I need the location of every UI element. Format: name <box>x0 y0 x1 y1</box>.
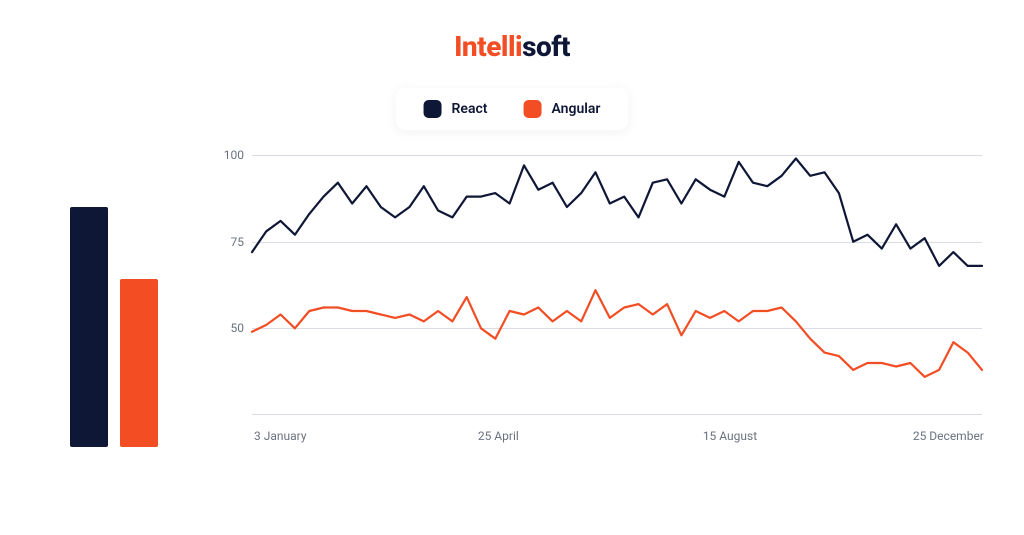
line-angular <box>252 290 982 377</box>
x-tick-label: 3 January <box>254 429 307 443</box>
plot-area <box>252 155 982 415</box>
line-svg <box>252 155 982 415</box>
x-tick-label: 25 December <box>913 429 984 443</box>
line-react <box>252 159 982 266</box>
legend-swatch-react <box>424 100 442 118</box>
x-tick-label: 25 April <box>478 429 519 443</box>
legend-item-react: React <box>424 100 488 118</box>
chart-legend: React Angular <box>396 88 629 130</box>
side-bar-chart <box>70 205 160 447</box>
y-tick-label: 100 <box>210 148 244 162</box>
x-axis-labels: 3 January 25 April 15 August 25 December <box>252 429 982 449</box>
bar-angular <box>120 279 158 447</box>
legend-label-angular: Angular <box>551 101 600 117</box>
bar-react <box>70 207 108 447</box>
legend-item-angular: Angular <box>523 100 600 118</box>
y-tick-label: 50 <box>210 321 244 335</box>
y-tick-label: 75 <box>210 235 244 249</box>
legend-swatch-angular <box>523 100 541 118</box>
line-chart: 100 75 50 3 January 25 April 15 August 2… <box>210 155 990 445</box>
brand-logo-part1: Intelli <box>454 30 522 63</box>
x-tick-label: 15 August <box>703 429 757 443</box>
brand-logo-part2: soft <box>522 30 570 63</box>
legend-label-react: React <box>452 101 488 117</box>
brand-logo: Intellisoft <box>454 30 570 63</box>
